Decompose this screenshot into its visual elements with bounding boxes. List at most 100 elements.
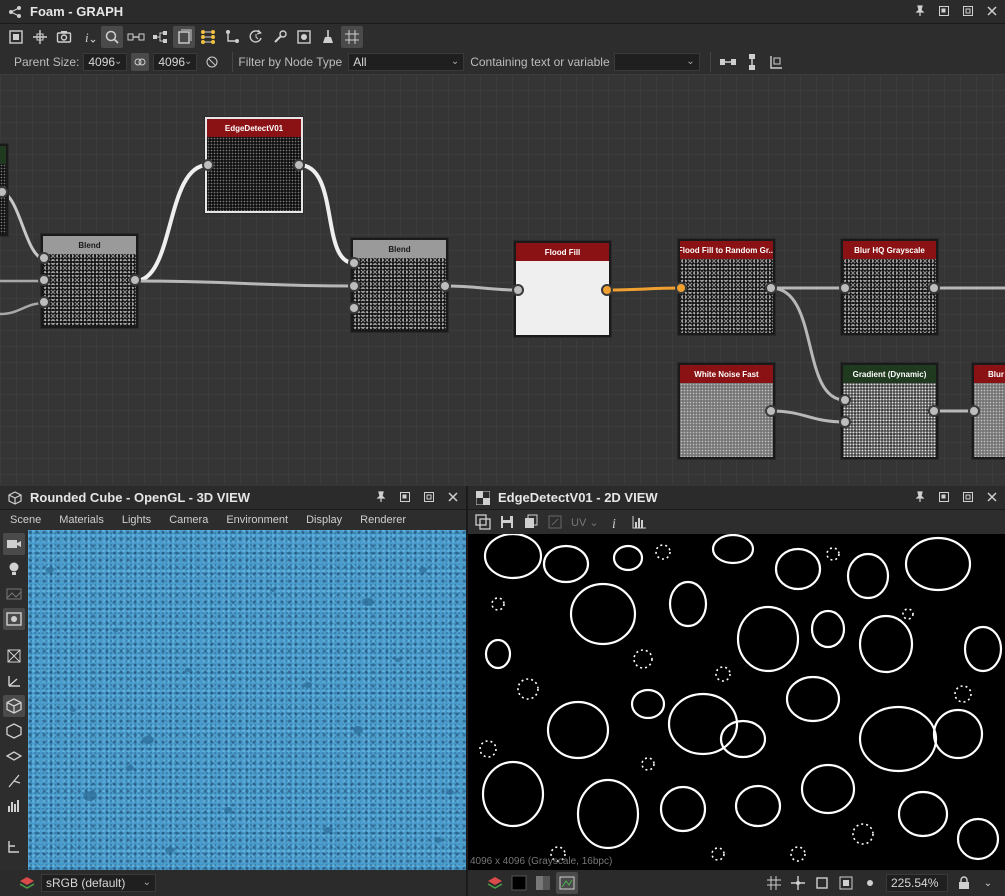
pin-icon[interactable] [913, 490, 927, 504]
zoom-dot-icon[interactable] [859, 872, 881, 894]
graph-canvas[interactable]: Blend EdgeDetectV01 Blend Flood Fill Flo… [0, 74, 1005, 486]
layers-icon[interactable] [484, 872, 506, 894]
node-edge-detect[interactable]: EdgeDetectV01 [205, 117, 303, 213]
node-output-port[interactable] [765, 405, 777, 417]
node-input-port[interactable] [38, 296, 50, 308]
light-direction-icon[interactable] [3, 770, 25, 792]
menu-environment[interactable]: Environment [226, 514, 288, 526]
node-input-port[interactable] [839, 394, 851, 406]
uv-toggle[interactable]: UV ⌄ [571, 516, 599, 529]
node-input-port[interactable] [968, 405, 980, 417]
axis-icon[interactable] [3, 670, 25, 692]
actual-size-icon[interactable] [835, 872, 857, 894]
zoom-level-field[interactable]: 225.54% [886, 874, 948, 892]
node-flood-fill-random[interactable]: Flood Fill to Random Gr... [678, 239, 775, 335]
black-background-icon[interactable] [508, 872, 530, 894]
plane-icon[interactable] [3, 745, 25, 767]
camera-icon[interactable] [53, 26, 75, 48]
restore-icon[interactable] [937, 490, 951, 504]
node-output-port[interactable] [765, 282, 777, 294]
link-size-icon[interactable] [131, 52, 150, 71]
node-input-port[interactable] [839, 282, 851, 294]
maximize-icon[interactable] [422, 490, 436, 504]
export-image-icon[interactable] [472, 511, 494, 533]
close-icon[interactable] [446, 490, 460, 504]
fit-view-icon[interactable] [811, 872, 833, 894]
chevron-down-icon[interactable]: ⌄ [977, 872, 999, 894]
clean-icon[interactable] [317, 26, 339, 48]
node-output-port[interactable] [601, 284, 613, 296]
close-icon[interactable] [985, 490, 999, 504]
menu-scene[interactable]: Scene [10, 514, 41, 526]
menu-lights[interactable]: Lights [122, 514, 151, 526]
copy-icon[interactable] [520, 511, 542, 533]
cube-solid-icon[interactable] [3, 695, 25, 717]
tools-icon[interactable] [269, 26, 291, 48]
node-blend-2[interactable]: Blend [351, 238, 448, 332]
colorspace-select[interactable]: sRGB (default) ⌄ [41, 874, 156, 892]
light-bulb-icon[interactable] [3, 558, 25, 580]
histogram-icon[interactable] [3, 795, 25, 817]
wireframe-cube-icon[interactable] [3, 645, 25, 667]
lock-icon[interactable] [953, 872, 975, 894]
node-white-noise[interactable]: White Noise Fast [678, 363, 775, 459]
tile-icon[interactable] [544, 511, 566, 533]
info-icon[interactable]: i [604, 511, 626, 533]
save-icon[interactable] [496, 511, 518, 533]
link-icon[interactable] [125, 26, 147, 48]
display-settings-icon[interactable] [3, 608, 25, 630]
close-icon[interactable] [985, 4, 999, 18]
node-output-port[interactable] [439, 280, 451, 292]
maximize-icon[interactable] [961, 490, 975, 504]
parent-size-width-select[interactable]: 4096 ⌄ [83, 52, 128, 71]
grid-view-icon[interactable] [763, 872, 785, 894]
node-input-port[interactable] [202, 159, 214, 171]
filter-node-type-select[interactable]: All ⌄ [348, 52, 465, 71]
node-blur-hq[interactable]: Blur HQ Grayscale [841, 239, 938, 335]
node-flood-fill[interactable]: Flood Fill [514, 241, 611, 337]
restore-icon[interactable] [398, 490, 412, 504]
node-input-port[interactable] [348, 280, 360, 292]
pin-node-icon[interactable] [221, 26, 243, 48]
layer-icon[interactable] [173, 25, 195, 48]
pin-icon[interactable] [374, 490, 388, 504]
hierarchy-icon[interactable] [149, 26, 171, 48]
checker-background-icon[interactable] [532, 872, 554, 894]
color-view-icon[interactable] [556, 872, 578, 894]
node-gradient-dynamic[interactable]: Gradient (Dynamic) [841, 363, 938, 459]
node-input-port[interactable] [38, 274, 50, 286]
info-icon[interactable]: i [77, 26, 99, 48]
menu-display[interactable]: Display [306, 514, 342, 526]
node-output-port[interactable] [928, 405, 940, 417]
node-blend-1[interactable]: Blend [41, 234, 138, 328]
fit-icon[interactable] [29, 26, 51, 48]
parent-size-height-select[interactable]: 4096 ⌄ [153, 52, 198, 71]
restore-icon[interactable] [937, 4, 951, 18]
loop-icon[interactable] [245, 26, 267, 48]
node-output-port[interactable] [129, 274, 141, 286]
hierarchy-small-icon[interactable] [3, 836, 25, 858]
connect-horizontal-icon[interactable] [717, 51, 739, 73]
pin-icon[interactable] [913, 4, 927, 18]
environment-icon[interactable] [3, 583, 25, 605]
menu-renderer[interactable]: Renderer [360, 514, 406, 526]
node-input-port[interactable] [348, 257, 360, 269]
histogram-icon[interactable] [628, 511, 650, 533]
align-icon[interactable] [197, 26, 219, 48]
frame-all-icon[interactable] [5, 26, 27, 48]
maximize-icon[interactable] [961, 4, 975, 18]
node-input-port[interactable] [512, 284, 524, 296]
connect-vertical-icon[interactable] [741, 51, 763, 73]
layers-icon[interactable] [16, 872, 38, 894]
align-nodes-icon[interactable] [765, 51, 787, 73]
reset-size-icon[interactable] [203, 53, 221, 71]
cube-outline-icon[interactable] [3, 720, 25, 742]
node-input-port[interactable] [675, 282, 687, 294]
video-camera-icon[interactable] [3, 533, 25, 555]
menu-camera[interactable]: Camera [169, 514, 208, 526]
node-output-port[interactable] [293, 159, 305, 171]
pivot-icon[interactable] [787, 872, 809, 894]
menu-materials[interactable]: Materials [59, 514, 104, 526]
view2d-viewport[interactable] [468, 534, 1005, 870]
view3d-viewport[interactable] [28, 530, 466, 870]
